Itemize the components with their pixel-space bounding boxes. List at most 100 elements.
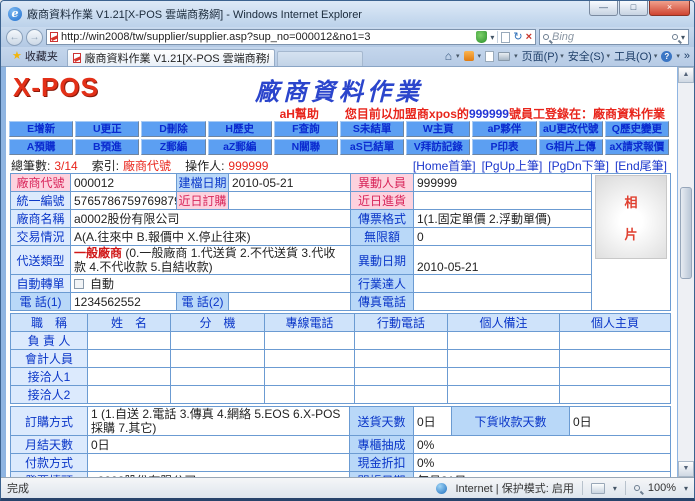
- menu-tools[interactable]: 工具(O)▾: [614, 48, 657, 64]
- nav-end-link[interactable]: [End尾筆]: [615, 157, 667, 174]
- print-dropdown-icon[interactable]: ▾: [514, 52, 518, 60]
- limit-field[interactable]: 0: [414, 228, 592, 246]
- button-home[interactable]: W主頁: [406, 121, 470, 137]
- voucher-field[interactable]: 1(1.固定單價 2.浮動單價): [414, 210, 592, 228]
- button-relation[interactable]: N關聯: [274, 139, 338, 155]
- help-dropdown-icon[interactable]: ▾: [676, 52, 680, 60]
- contact-cell[interactable]: [265, 386, 355, 404]
- shield-dropdown-icon[interactable]: ▾: [490, 33, 494, 42]
- forward-button[interactable]: →: [26, 29, 43, 46]
- contact-cell[interactable]: [171, 332, 265, 350]
- menu-safety[interactable]: 安全(S)▾: [568, 48, 610, 64]
- compatibility-view-icon[interactable]: [501, 32, 510, 43]
- nav-pgdn-link[interactable]: [PgDn下筆]: [548, 157, 609, 174]
- nav-home-link[interactable]: [Home首筆]: [413, 157, 476, 174]
- vendor-name-field[interactable]: a0002股份有限公司: [71, 210, 351, 228]
- button-add[interactable]: E增新: [9, 121, 73, 137]
- collect-days-field[interactable]: 0日: [570, 407, 671, 436]
- vertical-scrollbar[interactable]: ▲ ▼: [678, 67, 694, 477]
- button-query[interactable]: F查詢: [274, 121, 338, 137]
- order-method-field[interactable]: 1 (1.自送 2.電話 3.傳真 4.網絡 5.EOS 6.X-POS採購 7…: [88, 407, 350, 436]
- contact-cell[interactable]: [355, 386, 448, 404]
- button-history-change[interactable]: Q歷史變更: [605, 121, 669, 137]
- delivery-type-field[interactable]: 一般廠商 (0.一般廠商 1.代送貨 2.不代送貨 3.代收款 4.不代收款 5…: [71, 246, 351, 275]
- counter-commission-field[interactable]: 0%: [414, 436, 671, 454]
- help-icon[interactable]: ?: [661, 51, 672, 62]
- more-commands-icon[interactable]: »: [684, 50, 690, 62]
- contact-cell[interactable]: [265, 368, 355, 386]
- button-request-quote[interactable]: aX請求報價: [605, 139, 669, 155]
- contact-cell[interactable]: [171, 386, 265, 404]
- vendor-photo-placeholder[interactable]: 相片: [595, 175, 667, 259]
- contact-cell[interactable]: [171, 350, 265, 368]
- contact-cell[interactable]: [265, 332, 355, 350]
- contact-cell[interactable]: [560, 386, 671, 404]
- button-history[interactable]: H歷史: [208, 121, 272, 137]
- button-photo-upload[interactable]: G相片上傳: [539, 139, 603, 155]
- expert-field[interactable]: [414, 275, 592, 293]
- trade-status-field[interactable]: A(A.往來中 B.報價中 X.停止往來): [71, 228, 351, 246]
- button-update[interactable]: U更正: [75, 121, 139, 137]
- contact-cell[interactable]: [355, 332, 448, 350]
- month-days-field[interactable]: 0日: [88, 436, 350, 454]
- contact-cell[interactable]: [560, 332, 671, 350]
- pay-method-field[interactable]: [88, 454, 350, 472]
- zoom-icon[interactable]: [634, 485, 640, 491]
- refresh-icon[interactable]: ↻: [513, 31, 522, 43]
- button-open-orders[interactable]: S未結單: [340, 121, 404, 137]
- button-partner[interactable]: aP夥伴: [472, 121, 536, 137]
- protected-mode-icon[interactable]: [591, 483, 605, 494]
- phone1-field[interactable]: 1234562552: [71, 293, 177, 311]
- close-button[interactable]: ×: [649, 1, 690, 16]
- contact-cell[interactable]: [448, 386, 560, 404]
- favorites-button[interactable]: ★ 收藏夹: [5, 47, 65, 66]
- url-text[interactable]: http://win2008/tw/supplier/supplier.asp?…: [61, 31, 473, 43]
- status-dropdown-icon[interactable]: ▾: [613, 484, 617, 493]
- zoom-dropdown-icon[interactable]: ▾: [684, 484, 688, 493]
- search-go-icon[interactable]: [672, 34, 678, 40]
- rss-dropdown-icon[interactable]: ▾: [478, 52, 482, 60]
- button-delete[interactable]: D刪除: [141, 121, 205, 137]
- tab-active[interactable]: 廠商資料作業 V1.21[X-POS 雲端商務網]: [67, 49, 275, 66]
- modify-date-field[interactable]: 2010-05-21: [414, 246, 592, 275]
- contact-cell[interactable]: [88, 386, 171, 404]
- new-tab-stub[interactable]: [277, 51, 363, 66]
- contact-cell[interactable]: [448, 368, 560, 386]
- modifier-field[interactable]: 999999: [414, 174, 592, 192]
- home-dropdown-icon[interactable]: ▾: [456, 52, 460, 60]
- address-bar[interactable]: http://win2008/tw/supplier/supplier.asp?…: [46, 29, 536, 45]
- minimize-button[interactable]: —: [589, 1, 618, 16]
- fax-field[interactable]: [414, 293, 592, 311]
- maximize-button[interactable]: □: [619, 1, 648, 16]
- help-link[interactable]: aH幫助: [280, 105, 319, 122]
- button-prereceive[interactable]: B預進: [75, 139, 139, 155]
- button-zip[interactable]: Z郵編: [141, 139, 205, 155]
- menu-page[interactable]: 页面(P)▾: [522, 48, 564, 64]
- button-visit-log[interactable]: V拜訪記錄: [406, 139, 470, 155]
- stop-icon[interactable]: ×: [526, 31, 532, 43]
- contact-cell[interactable]: [560, 350, 671, 368]
- contact-cell[interactable]: [171, 368, 265, 386]
- ship-days-field[interactable]: 0日: [414, 407, 452, 436]
- search-dropdown-icon[interactable]: ▾: [681, 33, 685, 42]
- scroll-up-arrow[interactable]: ▲: [678, 67, 694, 83]
- scroll-down-arrow[interactable]: ▼: [678, 461, 694, 477]
- contact-cell[interactable]: [448, 350, 560, 368]
- contact-cell[interactable]: [355, 350, 448, 368]
- button-closed-orders[interactable]: aS已結單: [340, 139, 404, 155]
- contact-cell[interactable]: [448, 332, 560, 350]
- tax-id-field[interactable]: 5765786759769879: [71, 192, 177, 210]
- print-icon[interactable]: [498, 52, 510, 61]
- contact-cell[interactable]: [88, 368, 171, 386]
- contact-cell[interactable]: [355, 368, 448, 386]
- back-button[interactable]: ←: [6, 29, 23, 46]
- recent-purchase-field[interactable]: [414, 192, 592, 210]
- home-icon[interactable]: ⌂: [445, 50, 452, 62]
- phone2-field[interactable]: [229, 293, 351, 311]
- button-preorder[interactable]: A預購: [9, 139, 73, 155]
- search-placeholder[interactable]: Bing: [552, 31, 669, 43]
- contact-cell[interactable]: [265, 350, 355, 368]
- create-date-field[interactable]: 2010-05-21: [229, 174, 351, 192]
- safety-shield-icon[interactable]: [476, 31, 487, 43]
- contact-cell[interactable]: [560, 368, 671, 386]
